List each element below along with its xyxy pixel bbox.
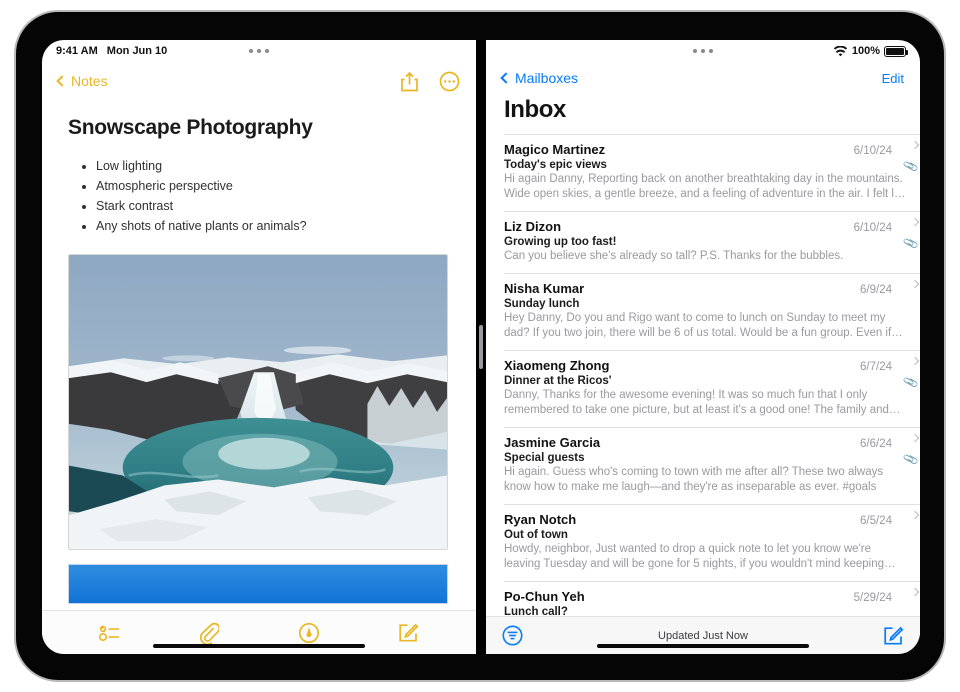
status-text: Updated Just Now	[658, 629, 748, 642]
chevron-left-icon	[56, 75, 68, 87]
back-button-label: Notes	[71, 73, 108, 89]
back-to-mailboxes-button[interactable]: Mailboxes	[500, 70, 579, 86]
notes-navigation-bar: Notes	[42, 62, 476, 100]
back-to-notes-button[interactable]: Notes	[56, 73, 108, 89]
status-time: 9:41 AM	[56, 45, 98, 57]
notes-app-pane: 9:41 AM Mon Jun 10 Notes Snowscape Photo…	[42, 40, 476, 654]
message-date: 6/10/24	[853, 145, 892, 157]
three-dots-icon[interactable]	[693, 49, 713, 53]
mail-app-pane: 100% Mailboxes Edit Inbox Magico Martine…	[486, 40, 920, 654]
home-indicator	[597, 644, 809, 648]
ipad-screen: 9:41 AM Mon Jun 10 Notes Snowscape Photo…	[42, 40, 920, 654]
message-subject: Sunday lunch	[504, 298, 580, 310]
note-bullet-item: Any shots of native plants or animals?	[96, 216, 450, 236]
paperclip-icon: 📎	[902, 235, 920, 252]
note-title: Snowscape Photography	[68, 116, 313, 139]
chevron-right-icon	[910, 356, 920, 366]
battery-percentage-label: 100%	[851, 45, 880, 57]
table-row[interactable]: Ryan Notch 6/5/24 Out of town Howdy, nei…	[504, 504, 920, 581]
three-dots-icon[interactable]	[249, 49, 269, 53]
table-row[interactable]: Xiaomeng Zhong 6/7/24 Dinner at the Rico…	[504, 350, 920, 427]
checklist-icon[interactable]	[99, 625, 121, 641]
battery-full-icon	[884, 45, 908, 57]
message-sender: Po-Chun Yeh	[504, 589, 585, 604]
message-sender: Nisha Kumar	[504, 281, 585, 296]
mail-message-list[interactable]: Magico Martinez 6/10/24 Today's epic vie…	[486, 134, 920, 616]
mail-bottom-toolbar: Updated Just Now	[486, 616, 920, 654]
table-row[interactable]: Nisha Kumar 6/9/24 Sunday lunch Hey Dann…	[504, 273, 920, 350]
notes-status-bar: 9:41 AM Mon Jun 10	[42, 40, 476, 62]
table-row[interactable]: Liz Dizon 6/10/24 Growing up too fast! C…	[504, 211, 920, 273]
message-subject: Lunch call?	[504, 606, 568, 616]
message-preview: Hi again. Guess who's coming to town wit…	[504, 466, 884, 493]
paperclip-icon: 📎	[902, 374, 920, 391]
message-date: 6/10/24	[853, 222, 892, 234]
message-sender: Liz Dizon	[504, 219, 562, 234]
message-date: 6/9/24	[860, 284, 892, 296]
blue-gradient-image[interactable]	[68, 564, 448, 604]
message-preview: Hi again Danny, Reporting back on anothe…	[504, 173, 906, 200]
paperclip-icon: 📎	[902, 158, 920, 175]
message-preview: Can you believe she's already so tall? P…	[504, 250, 844, 262]
note-bullet-item: Stark contrast	[96, 196, 450, 216]
back-button-label: Mailboxes	[515, 70, 579, 86]
mail-status-bar: 100%	[486, 40, 920, 62]
note-bullet-item: Atmospheric perspective	[96, 176, 450, 196]
note-bullet-item: Low lighting	[96, 156, 450, 176]
table-row[interactable]: Po-Chun Yeh 5/29/24 Lunch call?	[504, 581, 920, 616]
page-title: Inbox	[504, 96, 566, 123]
message-sender: Jasmine Garcia	[504, 435, 601, 450]
snowy-waterfall-canyon-photo[interactable]	[68, 254, 448, 550]
message-date: 6/7/24	[860, 361, 892, 373]
chevron-right-icon	[910, 217, 920, 227]
chevron-right-icon	[910, 433, 920, 443]
home-indicator	[153, 644, 365, 648]
message-date: 5/29/24	[853, 592, 892, 604]
note-bullet-list: Low lighting Atmospheric perspective Sta…	[90, 156, 450, 236]
note-content-area[interactable]: Snowscape Photography Low lighting Atmos…	[42, 100, 476, 610]
wifi-icon	[833, 45, 848, 57]
filter-icon[interactable]	[502, 625, 523, 646]
message-preview: Danny, Thanks for the awesome evening! I…	[504, 389, 901, 416]
message-sender: Ryan Notch	[504, 512, 577, 527]
message-date: 6/5/24	[860, 515, 892, 527]
chevron-left-icon	[500, 72, 512, 84]
markup-pen-icon[interactable]	[298, 622, 320, 644]
compose-icon[interactable]	[398, 622, 419, 643]
chevron-right-icon	[910, 140, 920, 150]
message-subject: Growing up too fast!	[504, 236, 617, 248]
split-view-divider[interactable]	[476, 40, 486, 654]
chevron-right-icon	[910, 279, 920, 289]
chevron-right-icon	[910, 587, 920, 597]
edit-button[interactable]: Edit	[882, 71, 904, 86]
ipad-device-frame: 9:41 AM Mon Jun 10 Notes Snowscape Photo…	[14, 10, 946, 682]
message-sender: Magico Martinez	[504, 142, 606, 157]
table-row[interactable]: Jasmine Garcia 6/6/24 Special guests Hi …	[504, 427, 920, 504]
table-row[interactable]: Magico Martinez 6/10/24 Today's epic vie…	[504, 134, 920, 211]
message-subject: Out of town	[504, 529, 568, 541]
message-preview: Howdy, neighbor, Just wanted to drop a q…	[504, 543, 896, 570]
share-icon[interactable]	[400, 71, 419, 92]
status-date: Mon Jun 10	[106, 45, 168, 57]
message-date: 6/6/24	[860, 438, 892, 450]
more-circle-icon[interactable]	[439, 71, 460, 92]
message-subject: Dinner at the Ricos'	[504, 375, 612, 387]
message-preview: Hey Danny, Do you and Rigo want to come …	[504, 312, 903, 339]
chevron-right-icon	[910, 510, 920, 520]
paperclip-icon[interactable]	[199, 622, 220, 644]
split-view-divider-handle[interactable]	[479, 325, 483, 369]
paperclip-icon: 📎	[902, 451, 920, 468]
message-subject: Today's epic views	[504, 159, 607, 171]
mail-navigation-bar: Mailboxes Edit	[486, 62, 920, 94]
message-sender: Xiaomeng Zhong	[504, 358, 610, 373]
compose-icon[interactable]	[883, 625, 904, 646]
message-subject: Special guests	[504, 452, 585, 464]
